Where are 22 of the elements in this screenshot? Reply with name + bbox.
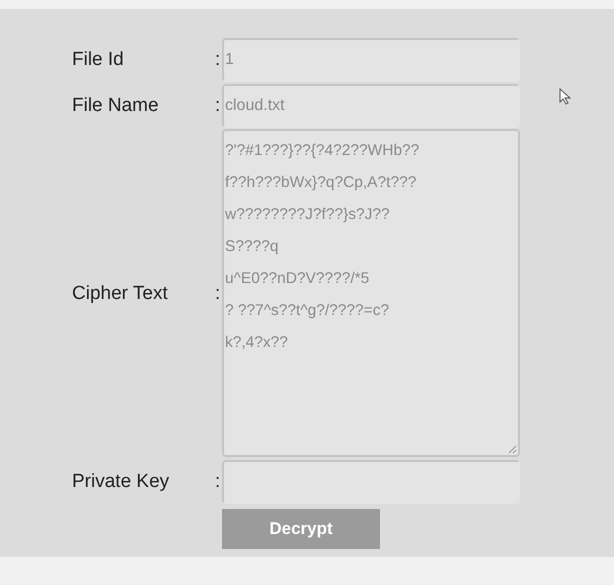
colon: : (215, 94, 222, 118)
cipher-text-line: w????????J?f??}s?J?? (225, 205, 390, 225)
input-field[interactable]: 1 (222, 38, 520, 82)
cipher-text-line: ? ??7^s??t^g?/????=c? (225, 301, 390, 321)
cipher-text-line: S????q (225, 237, 278, 257)
input-field[interactable]: cloud.txt (222, 84, 520, 128)
field-label: Cipher Text (72, 282, 169, 306)
cipher-text-line: f??h???bWx}?q?Cp,A?t??? (225, 173, 416, 193)
colon: : (215, 48, 222, 72)
cipher-text-line: k?,4?x?? (225, 333, 288, 353)
decrypt-button[interactable]: Decrypt (222, 509, 380, 549)
field-label: File Id (72, 48, 125, 72)
colon: : (215, 470, 222, 494)
resize-handle-icon (508, 445, 517, 454)
cipher-text-area[interactable]: ?'?#1???}??{?4?2??WHb?? f??h???bWx}?q?Cp,A?t??? w????????J?f??}s?J?? S????q u^E0??nD?V????/*5 ? ??7^s??t^g?/????=c? k?,4?x?? (222, 129, 520, 457)
cipher-text-line: u^E0??nD?V????/*5 (225, 269, 370, 289)
cursor-icon (559, 88, 571, 105)
field-label: File Name (72, 94, 160, 118)
input-field[interactable] (222, 460, 520, 504)
colon: : (215, 282, 222, 306)
cipher-text-line: ?'?#1???}??{?4?2??WHb?? (225, 141, 420, 161)
field-label: Private Key (72, 470, 170, 494)
